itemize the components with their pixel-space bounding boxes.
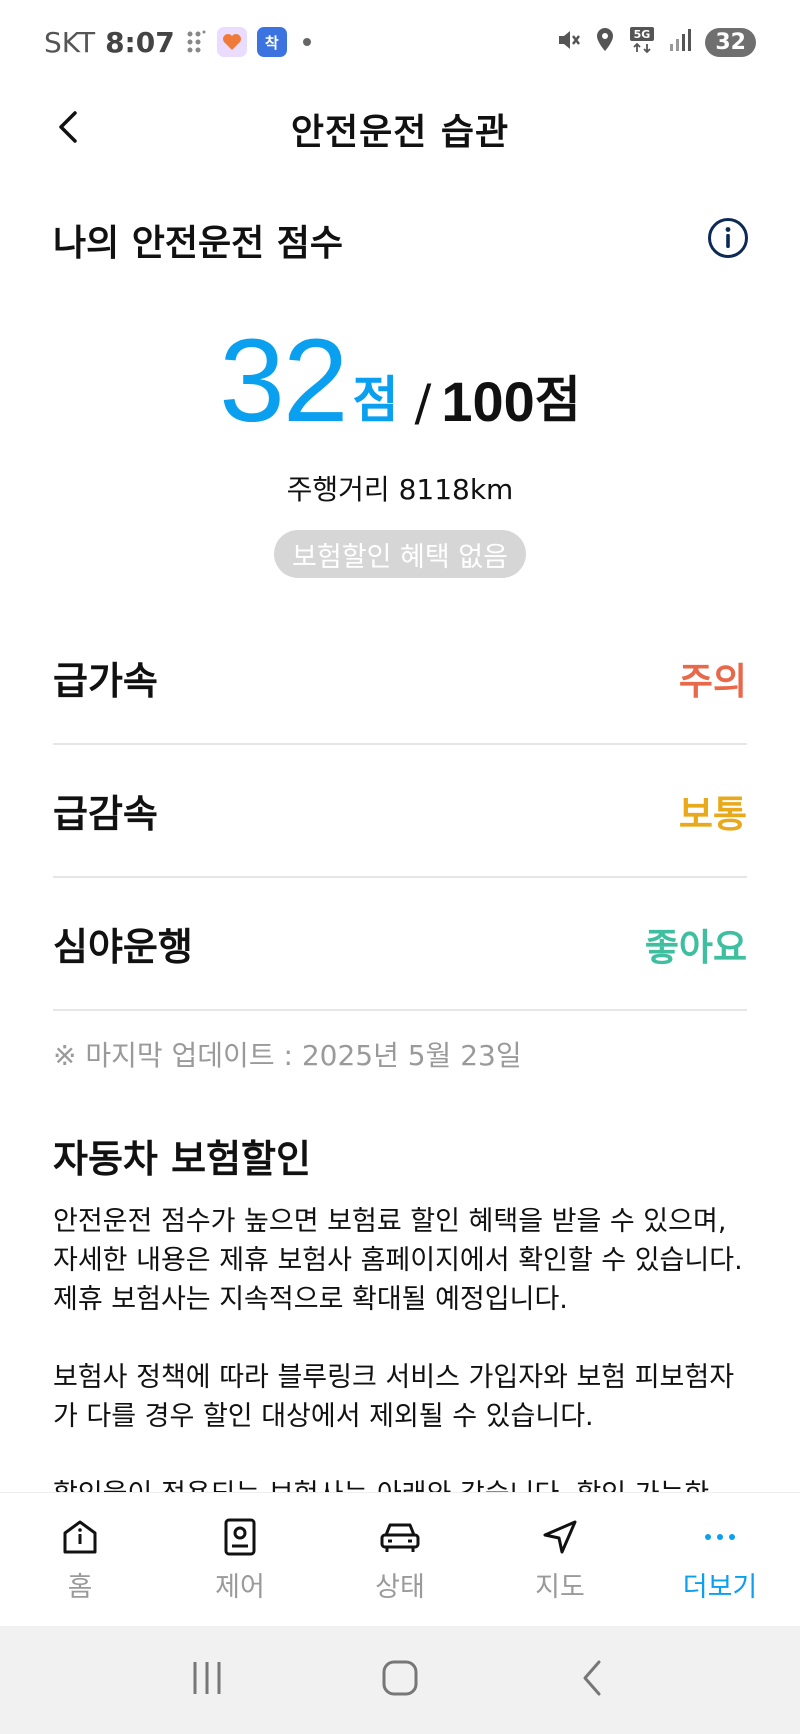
score-display: 32 점 / 100 점 xyxy=(0,310,800,440)
mute-icon xyxy=(555,27,581,57)
nav-item-status[interactable]: 상태 xyxy=(320,1493,480,1626)
insurance-paragraph: 안전운전 점수가 높으면 보험료 할인 혜택을 받을 수 있으며, 자세한 내용… xyxy=(53,1206,743,1315)
habit-status: 주의 xyxy=(678,659,747,703)
status-bar-left: SKT 8:07 착 xyxy=(44,26,311,59)
insurance-badge-wrap: 보험할인 혜택 없음 xyxy=(0,530,800,578)
nav-label: 상태 xyxy=(375,1572,425,1603)
bottom-navigation: 홈 제어 상태 지도 더보기 xyxy=(0,1492,800,1626)
last-update-note: ※ 마지막 업데이트 : 2025년 5월 23일 xyxy=(53,1039,522,1072)
habit-label: 급가속 xyxy=(53,659,158,703)
score-separator: / xyxy=(414,374,432,432)
app-notification-icon: 착 xyxy=(256,27,287,57)
info-icon xyxy=(707,217,749,263)
home-square-icon xyxy=(380,1658,420,1702)
score-heading-row: 나의 안전운전 점수 xyxy=(53,210,750,270)
score-unit: 점 xyxy=(352,371,399,429)
signal-icon xyxy=(669,28,692,56)
habit-row-rapid-deceleration[interactable]: 급감속 보통 xyxy=(53,745,747,878)
habit-row-night-driving[interactable]: 심야운행 좋아요 xyxy=(53,878,747,1011)
nav-label: 지도 xyxy=(535,1572,585,1603)
nav-item-more[interactable]: 더보기 xyxy=(640,1493,800,1626)
page-title: 안전운전 습관 xyxy=(290,112,510,153)
status-bar-right: 5G 32 xyxy=(555,26,756,58)
score-heading: 나의 안전운전 점수 xyxy=(53,223,344,264)
nav-label: 더보기 xyxy=(682,1572,758,1603)
insurance-description: 안전운전 점수가 높으면 보험료 할인 혜택을 받을 수 있으며, 자세한 내용… xyxy=(53,1202,753,1492)
habit-label: 급감속 xyxy=(53,792,158,836)
battery-level: 32 xyxy=(705,27,756,57)
app-header: 안전운전 습관 xyxy=(0,84,800,174)
map-navigation-icon xyxy=(538,1515,582,1559)
carrier-label: SKT xyxy=(44,25,96,59)
chevron-left-icon xyxy=(55,109,83,149)
home-system-button[interactable] xyxy=(370,1650,430,1710)
more-icon xyxy=(698,1515,742,1559)
nav-item-map[interactable]: 지도 xyxy=(480,1493,640,1626)
recent-apps-button[interactable] xyxy=(177,1650,237,1710)
clock-time: 8:07 xyxy=(105,25,175,59)
habit-status: 좋아요 xyxy=(644,925,747,969)
insurance-discount-badge: 보험할인 혜택 없음 xyxy=(274,530,526,578)
grid-dots-icon xyxy=(185,29,207,55)
status-bar: SKT 8:07 착 5G 32 xyxy=(0,0,800,84)
habit-status: 보통 xyxy=(678,792,747,836)
back-arrow-icon xyxy=(573,1658,613,1702)
insurance-section-title: 자동차 보험할인 xyxy=(53,1137,311,1181)
score-value: 32 xyxy=(219,315,348,447)
info-button[interactable] xyxy=(706,218,750,262)
car-status-icon xyxy=(378,1515,422,1559)
driving-habit-list: 급가속 주의 급감속 보통 심야운행 좋아요 xyxy=(53,612,747,1011)
score-total-unit: 점 xyxy=(534,371,581,429)
score-total: 100 xyxy=(441,370,535,433)
recent-apps-icon xyxy=(187,1658,227,1702)
system-navigation-bar xyxy=(0,1626,800,1734)
home-icon xyxy=(58,1515,102,1559)
control-icon xyxy=(218,1515,262,1559)
habit-row-rapid-acceleration[interactable]: 급가속 주의 xyxy=(53,612,747,745)
insurance-paragraph: 보험사 정책에 따라 블루링크 서비스 가입자와 보험 피보험자가 다를 경우 … xyxy=(53,1362,735,1432)
driving-distance: 주행거리 8118km xyxy=(286,473,514,506)
nav-item-home[interactable]: 홈 xyxy=(0,1493,160,1626)
nav-label: 홈 xyxy=(67,1572,93,1603)
svg-text:5G: 5G xyxy=(634,28,651,41)
more-notifications-dot-icon xyxy=(302,38,311,46)
nav-item-control[interactable]: 제어 xyxy=(160,1493,320,1626)
location-icon xyxy=(595,27,615,57)
habit-label: 심야운행 xyxy=(53,925,193,969)
heart-app-icon xyxy=(216,27,247,57)
back-button[interactable] xyxy=(44,104,94,154)
system-back-button[interactable] xyxy=(563,1650,623,1710)
insurance-paragraph: 할인율이 적용되는 보험사는 아래와 같습니다. 할인 가능한 xyxy=(53,1475,753,1492)
5g-icon: 5G xyxy=(629,26,655,58)
nav-label: 제어 xyxy=(215,1572,265,1603)
